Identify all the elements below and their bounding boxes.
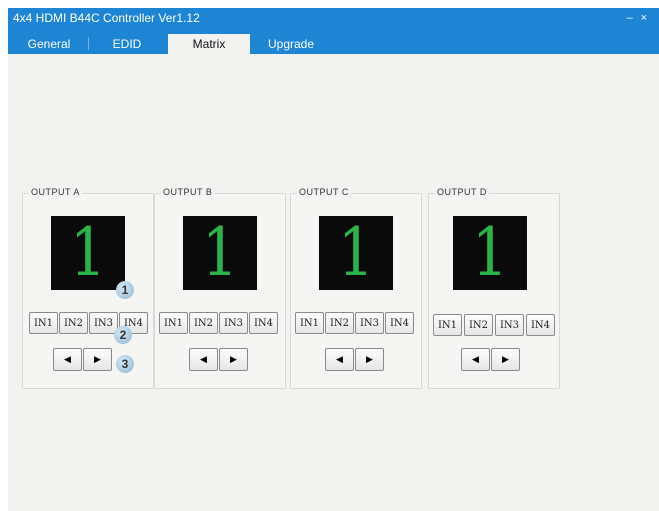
- right-arrow-icon: ▶: [366, 354, 373, 364]
- output-d-display: 1: [453, 216, 527, 290]
- output-a-next-button[interactable]: ▶: [83, 348, 112, 371]
- minimize-button[interactable]: –: [626, 12, 640, 24]
- output-a-current-input: 1: [70, 214, 106, 291]
- output-b-display: 1: [183, 216, 257, 290]
- output-c-next-button[interactable]: ▶: [355, 348, 384, 371]
- output-c-display: 1: [319, 216, 393, 290]
- output-b-current-input: 1: [202, 214, 238, 291]
- right-arrow-icon: ▶: [502, 354, 509, 364]
- close-button[interactable]: ×: [641, 12, 655, 24]
- output-d-prev-button[interactable]: ◀: [461, 348, 490, 371]
- output-d-in4-button[interactable]: IN4: [526, 314, 555, 336]
- output-b-in2-button[interactable]: IN2: [189, 312, 218, 334]
- left-arrow-icon: ◀: [336, 354, 343, 364]
- output-c-panel: OUTPUT C 1 IN1 IN2 IN3 IN4 ◀ ▶: [290, 187, 422, 389]
- output-c-in2-button[interactable]: IN2: [325, 312, 354, 334]
- tab-separator: [88, 37, 89, 50]
- output-b-next-button[interactable]: ▶: [219, 348, 248, 371]
- right-arrow-icon: ▶: [230, 354, 237, 364]
- tab-edid[interactable]: EDID: [94, 34, 160, 54]
- output-d-in1-button[interactable]: IN1: [433, 314, 462, 336]
- left-arrow-icon: ◀: [472, 354, 479, 364]
- output-b-label: OUTPUT B: [161, 187, 215, 197]
- callout-badge-2: 2: [114, 326, 132, 344]
- tab-general[interactable]: General: [16, 34, 82, 54]
- output-a-display: 1: [51, 216, 125, 290]
- output-b-in3-button[interactable]: IN3: [219, 312, 248, 334]
- output-a-in1-button[interactable]: IN1: [29, 312, 58, 334]
- output-d-next-button[interactable]: ▶: [491, 348, 520, 371]
- output-b-in1-button[interactable]: IN1: [159, 312, 188, 334]
- app-window: 4x4 HDMI B44C Controller Ver1.12 –× Gene…: [8, 8, 659, 511]
- output-b-panel: OUTPUT B 1 IN1 IN2 IN3 IN4 ◀ ▶: [154, 187, 286, 389]
- tab-upgrade[interactable]: Upgrade: [256, 34, 326, 54]
- output-c-label: OUTPUT C: [297, 187, 351, 197]
- output-a-prev-button[interactable]: ◀: [53, 348, 82, 371]
- output-c-in1-button[interactable]: IN1: [295, 312, 324, 334]
- output-c-current-input: 1: [338, 214, 374, 291]
- output-a-panel: OUTPUT A 1 IN1 IN2 IN3 IN4 ◀ ▶: [22, 187, 154, 389]
- output-c-prev-button[interactable]: ◀: [325, 348, 354, 371]
- output-c-in3-button[interactable]: IN3: [355, 312, 384, 334]
- output-d-panel: OUTPUT D 1 IN1 IN2 IN3 IN4 ◀ ▶: [428, 187, 560, 389]
- output-b-prev-button[interactable]: ◀: [189, 348, 218, 371]
- right-arrow-icon: ▶: [94, 354, 101, 364]
- left-arrow-icon: ◀: [64, 354, 71, 364]
- callout-badge-3: 3: [116, 355, 134, 373]
- tab-matrix[interactable]: Matrix: [168, 34, 250, 54]
- output-d-in3-button[interactable]: IN3: [495, 314, 524, 336]
- output-d-in2-button[interactable]: IN2: [464, 314, 493, 336]
- output-a-label: OUTPUT A: [29, 187, 82, 197]
- output-d-current-input: 1: [472, 214, 508, 291]
- callout-badge-1: 1: [116, 281, 134, 299]
- output-d-label: OUTPUT D: [435, 187, 489, 197]
- tab-bar: General EDID Matrix Upgrade: [8, 28, 659, 54]
- left-arrow-icon: ◀: [200, 354, 207, 364]
- title-bar: 4x4 HDMI B44C Controller Ver1.12 –×: [8, 8, 659, 28]
- output-b-in4-button[interactable]: IN4: [249, 312, 278, 334]
- output-a-in2-button[interactable]: IN2: [59, 312, 88, 334]
- window-title: 4x4 HDMI B44C Controller Ver1.12: [13, 11, 200, 25]
- output-c-in4-button[interactable]: IN4: [385, 312, 414, 334]
